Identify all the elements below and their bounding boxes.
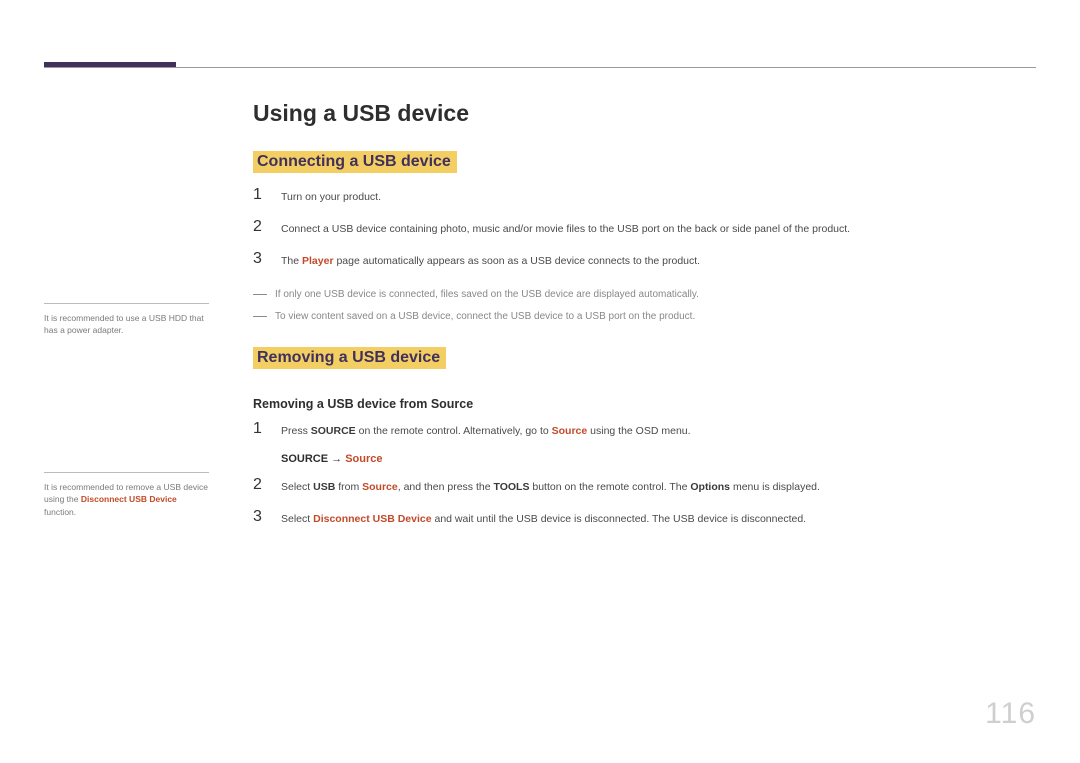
top-divider xyxy=(44,67,1036,68)
section-heading-connecting: Connecting a USB device xyxy=(253,151,457,173)
step-number: 3 xyxy=(253,251,265,267)
t: Select xyxy=(281,513,313,525)
step-text-kw: Player xyxy=(302,255,334,267)
kw-disconnect: Disconnect USB Device xyxy=(313,513,431,525)
section-heading-removing: Removing a USB device xyxy=(253,347,446,369)
step-row: 1 Press SOURCE on the remote control. Al… xyxy=(253,421,1036,439)
section-connecting: Connecting a USB device 1 Turn on your p… xyxy=(253,151,1036,325)
accent-bar xyxy=(44,62,176,67)
step-row: 2 Connect a USB device containing photo,… xyxy=(253,219,1036,237)
step-number: 2 xyxy=(253,477,265,493)
step-text-post: page automatically appears as soon as a … xyxy=(334,255,701,267)
note-text: To view content saved on a USB device, c… xyxy=(275,306,695,325)
section-removing: Removing a USB device Removing a USB dev… xyxy=(253,347,1036,528)
t: from xyxy=(335,481,362,493)
t: using the OSD menu. xyxy=(587,425,690,437)
note-row: To view content saved on a USB device, c… xyxy=(253,306,1036,325)
kw-usb: USB xyxy=(313,481,335,493)
note-text: If only one USB device is connected, fil… xyxy=(275,284,699,303)
step-text: Press SOURCE on the remote control. Alte… xyxy=(281,421,691,439)
sidebar-note-2-kw: Disconnect USB Device xyxy=(81,494,177,504)
nav-path: SOURCE → Source xyxy=(281,453,1036,465)
step-number: 1 xyxy=(253,187,265,203)
sidebar-note-2-post: function. xyxy=(44,507,76,517)
note-dash-icon xyxy=(253,294,267,295)
t: button on the remote control. The xyxy=(529,481,690,493)
kw-source-accent: Source xyxy=(362,481,398,493)
kw-source: SOURCE xyxy=(311,425,356,437)
step-row: 3 The Player page automatically appears … xyxy=(253,251,1036,269)
kw-tools: TOOLS xyxy=(493,481,529,493)
t: Select xyxy=(281,481,313,493)
path-arrow-icon: → xyxy=(328,453,345,465)
t: and wait until the USB device is disconn… xyxy=(432,513,807,525)
kw-options: Options xyxy=(690,481,730,493)
step-number: 1 xyxy=(253,421,265,437)
sidebar-note-1: It is recommended to use a USB HDD that … xyxy=(44,303,209,337)
path-source: SOURCE xyxy=(281,453,328,465)
manual-page: It is recommended to use a USB HDD that … xyxy=(0,0,1080,763)
sidebar-note-2: It is recommended to remove a USB device… xyxy=(44,472,209,518)
step-row: 2 Select USB from Source, and then press… xyxy=(253,477,1036,495)
sidebar-note-1-text: It is recommended to use a USB HDD that … xyxy=(44,313,204,335)
t: Press xyxy=(281,425,311,437)
page-number: 116 xyxy=(985,697,1036,731)
t: on the remote control. Alternatively, go… xyxy=(356,425,552,437)
t: , and then press the xyxy=(398,481,494,493)
step-row: 1 Turn on your product. xyxy=(253,187,1036,205)
path-source-accent: Source xyxy=(345,453,382,465)
step-text: Select Disconnect USB Device and wait un… xyxy=(281,509,806,527)
note-dash-icon xyxy=(253,316,267,317)
main-content: Using a USB device Connecting a USB devi… xyxy=(253,100,1036,541)
step-text: The Player page automatically appears as… xyxy=(281,251,700,269)
note-row: If only one USB device is connected, fil… xyxy=(253,284,1036,303)
step-row: 3 Select Disconnect USB Device and wait … xyxy=(253,509,1036,527)
step-text: Connect a USB device containing photo, m… xyxy=(281,219,850,237)
step-number: 3 xyxy=(253,509,265,525)
step-number: 2 xyxy=(253,219,265,235)
page-title: Using a USB device xyxy=(253,100,1036,127)
kw-source-accent: Source xyxy=(552,425,588,437)
step-text: Select USB from Source, and then press t… xyxy=(281,477,820,495)
step-text: Turn on your product. xyxy=(281,187,381,205)
t: menu is displayed. xyxy=(730,481,820,493)
step-text-pre: The xyxy=(281,255,302,267)
sub-heading: Removing a USB device from Source xyxy=(253,397,1036,411)
